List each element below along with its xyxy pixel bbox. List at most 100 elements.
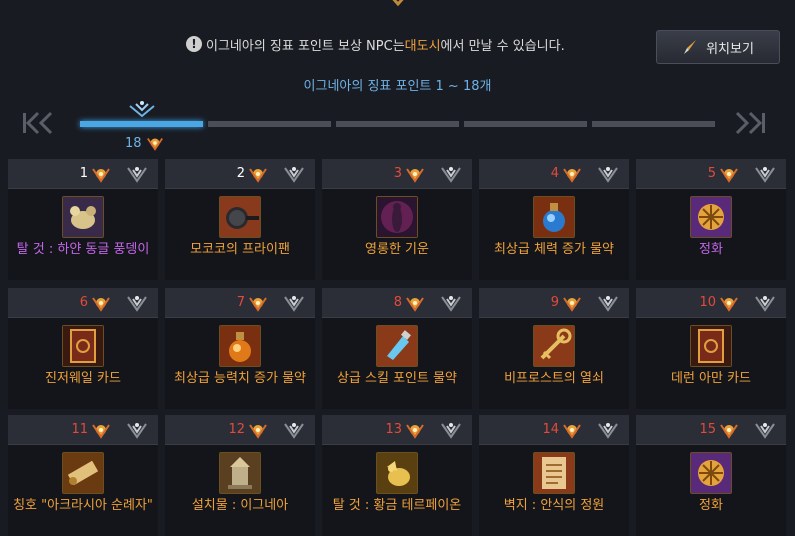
milestone-wing-icon	[127, 296, 147, 312]
reward-card[interactable]: 8 상급 스킬 포인트 물약	[322, 288, 472, 409]
milestone-wing-icon	[598, 167, 618, 183]
ignea-token-icon	[92, 297, 110, 312]
npc-notice: ! 이그네아의 징표 포인트 보상 NPC는 대도시 에서 만날 수 있습니다.	[186, 34, 565, 54]
ignea-token-icon	[563, 424, 581, 439]
double-chevron-left-icon	[23, 111, 53, 135]
reward-card-header: 11	[8, 415, 158, 445]
reward-name: 모코코의 프라이팬	[190, 242, 290, 257]
progress-segment-2	[208, 121, 331, 127]
reward-number: 6	[79, 295, 88, 310]
beetle-mount-icon[interactable]	[62, 196, 104, 238]
ignea-token-icon	[720, 168, 738, 183]
reward-name: 최상급 체력 증가 물약	[493, 242, 615, 257]
reward-card-header: 14	[479, 415, 629, 445]
reward-number: 5	[707, 166, 716, 181]
milestone-wing-icon	[598, 296, 618, 312]
reward-number: 4	[550, 166, 559, 181]
ignea-token-icon	[720, 424, 738, 439]
compass-needle-icon	[684, 40, 697, 54]
progress-segment-3	[336, 121, 459, 127]
progress-segment-4	[464, 121, 587, 127]
progress-marker-icon	[129, 101, 155, 118]
ignea-token-icon	[92, 168, 110, 183]
progress-segment-5	[592, 121, 715, 127]
reward-card[interactable]: 3 영롱한 기운	[322, 159, 472, 280]
reward-card-header: 3	[322, 159, 472, 189]
reward-name: 상급 스킬 포인트 물약	[336, 371, 458, 386]
reward-card-header: 1	[8, 159, 158, 189]
reward-card[interactable]: 5 정화	[636, 159, 786, 280]
reward-number: 7	[236, 295, 245, 310]
reward-number: 2	[236, 166, 245, 181]
range-title: 이그네아의 징표 포인트 1 ~ 18개	[303, 79, 492, 94]
reward-card-header: 15	[636, 415, 786, 445]
reward-card-header: 9	[479, 288, 629, 318]
location-button[interactable]: 위치보기	[656, 30, 780, 64]
reward-card[interactable]: 13 탈 것 : 황금 테르페이온	[322, 415, 472, 536]
location-button-label: 위치보기	[706, 41, 754, 57]
wallpaper-icon[interactable]	[533, 452, 575, 494]
reward-card[interactable]: 1 탈 것 : 하얀 동글 풍뎅이	[8, 159, 158, 280]
stat-potion-icon[interactable]	[219, 325, 261, 367]
reward-card[interactable]: 6 진저웨일 카드	[8, 288, 158, 409]
purify-rune-icon[interactable]	[690, 196, 732, 238]
ignea-token-icon	[563, 168, 581, 183]
reward-card[interactable]: 2 모코코의 프라이팬	[165, 159, 315, 280]
reward-name: 벽지 : 안식의 정원	[503, 498, 605, 513]
reward-number: 1	[79, 166, 88, 181]
reward-card-header: 13	[322, 415, 472, 445]
milestone-wing-icon	[598, 423, 618, 439]
golden-mount-icon[interactable]	[376, 452, 418, 494]
reward-card-header: 12	[165, 415, 315, 445]
reward-name: 탈 것 : 하얀 동글 풍뎅이	[16, 242, 150, 257]
reward-name: 비프로스트의 열쇠	[504, 371, 604, 386]
next-page-button[interactable]	[728, 110, 770, 136]
ignea-token-icon	[249, 424, 267, 439]
double-chevron-right-icon	[735, 111, 765, 135]
milestone-wing-icon	[284, 423, 304, 439]
reward-card-header: 8	[322, 288, 472, 318]
purify-rune-icon[interactable]	[690, 452, 732, 494]
reward-card[interactable]: 14 벽지 : 안식의 정원	[479, 415, 629, 536]
reward-card[interactable]: 7 최상급 능력치 증가 물약	[165, 288, 315, 409]
reward-card[interactable]: 9 비프로스트의 열쇠	[479, 288, 629, 409]
scroll-icon[interactable]	[62, 452, 104, 494]
reward-name: 정화	[699, 498, 723, 513]
milestone-wing-icon	[127, 167, 147, 183]
card-icon[interactable]	[62, 325, 104, 367]
reward-number: 12	[228, 422, 245, 437]
milestone-wing-icon	[441, 423, 461, 439]
reward-number: 15	[699, 422, 716, 437]
prev-page-button[interactable]	[18, 110, 60, 136]
notice-highlight: 대도시	[404, 38, 441, 54]
reward-number: 13	[385, 422, 402, 437]
reward-number: 10	[699, 295, 716, 310]
card-icon[interactable]	[690, 325, 732, 367]
reward-card-header: 4	[479, 159, 629, 189]
reward-card-header: 10	[636, 288, 786, 318]
notice-text-before: 이그네아의 징표 포인트 보상 NPC는	[206, 38, 405, 54]
reward-card[interactable]: 12 설치물 : 이그네아	[165, 415, 315, 536]
reward-card-header: 7	[165, 288, 315, 318]
ignea-token-icon	[249, 297, 267, 312]
reward-name: 설치물 : 이그네아	[191, 498, 289, 513]
frying-pan-icon[interactable]	[219, 196, 261, 238]
reward-card[interactable]: 10 데런 아만 카드	[636, 288, 786, 409]
reward-card[interactable]: 11 칭호 "아크라시아 순례자"	[8, 415, 158, 536]
reward-name: 진저웨일 카드	[45, 371, 121, 386]
ignea-token-icon	[720, 297, 738, 312]
skill-potion-icon[interactable]	[376, 325, 418, 367]
glowing-aura-icon[interactable]	[376, 196, 418, 238]
health-potion-icon[interactable]	[533, 196, 575, 238]
reward-card[interactable]: 4 최상급 체력 증가 물약	[479, 159, 629, 280]
progress-segment-1	[80, 121, 203, 127]
milestone-wing-icon	[284, 167, 304, 183]
key-icon[interactable]	[533, 325, 575, 367]
milestone-wing-icon	[284, 296, 304, 312]
ignea-token-icon	[146, 138, 163, 151]
reward-name: 정화	[699, 242, 723, 257]
statue-icon[interactable]	[219, 452, 261, 494]
milestone-wing-icon	[755, 423, 775, 439]
reward-card[interactable]: 15 정화	[636, 415, 786, 536]
ignea-token-icon	[406, 424, 424, 439]
